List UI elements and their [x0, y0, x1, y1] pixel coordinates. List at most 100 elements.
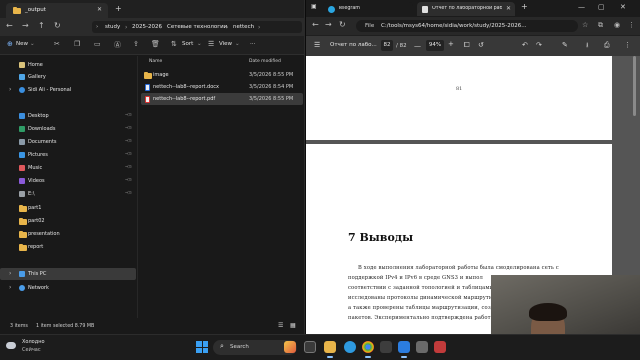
paragraph-line: а также проверены таблицы маршрутизации,… — [348, 305, 495, 311]
print-icon[interactable]: ⎙ — [604, 41, 610, 50]
undo-icon[interactable]: ↶ — [522, 41, 528, 49]
more-options-icon[interactable]: ⋮ — [624, 41, 631, 49]
gallery-icon — [19, 74, 25, 80]
chevron-right-icon[interactable]: › — [9, 270, 11, 277]
delete-icon[interactable]: 🗑︎ — [151, 40, 160, 48]
back-arrow-icon[interactable]: ← — [312, 20, 319, 30]
folder-icon — [144, 71, 152, 79]
forward-arrow-icon[interactable]: → — [325, 20, 332, 30]
new-tab-button[interactable]: + — [115, 4, 122, 13]
cut-icon[interactable]: ✂ — [54, 40, 60, 48]
chrome-icon[interactable] — [362, 341, 374, 358]
forward-arrow-icon[interactable]: → — [22, 21, 29, 31]
column-header-name[interactable]: Name — [149, 59, 162, 64]
details-view-icon[interactable]: ☰ — [278, 322, 283, 329]
tiles-view-icon[interactable]: ▦ — [290, 322, 296, 329]
sidebar-item-part02[interactable]: part02 — [0, 215, 136, 227]
vscode-icon[interactable] — [398, 341, 410, 358]
close-icon[interactable]: ✕ — [97, 6, 102, 13]
telegram-icon[interactable] — [344, 341, 356, 353]
menu-icon[interactable]: ⋮ — [628, 20, 635, 30]
sidebar-item-this-pc[interactable]: › This PC — [0, 268, 136, 280]
rename-icon[interactable]: Ⓐ — [114, 40, 121, 50]
chevron-down-icon: ⌄ — [197, 41, 202, 47]
new-button[interactable]: New — [16, 41, 28, 47]
url-bar[interactable]: File C:/tools/msys64/home/sidia/work/stu… — [356, 20, 578, 32]
address-bar[interactable]: › study › 2025-2026 › Сетевые технологии… — [92, 21, 302, 33]
sidebar-item-documents[interactable]: Documents 📌︎ — [0, 136, 136, 148]
sidebar-item-downloads[interactable]: Downloads 📌︎ — [0, 123, 136, 135]
view-button[interactable]: View — [219, 41, 232, 47]
profile-icon[interactable]: ◉ — [614, 20, 620, 30]
refresh-icon[interactable]: ↻ — [54, 21, 61, 31]
fit-page-icon[interactable]: ⧠ — [464, 41, 470, 50]
file-explorer-icon[interactable] — [324, 341, 336, 358]
sidebar-item-videos[interactable]: Videos 📌︎ — [0, 175, 136, 187]
sidebar-item-presentation[interactable]: presentation — [0, 228, 136, 240]
file-row[interactable]: image 3/5/2026 8:55 PM — [141, 69, 303, 81]
tab-actions-icon[interactable]: ▣ — [311, 3, 317, 10]
star-icon[interactable]: ☆ — [582, 20, 588, 30]
sidebar-item-drive-e[interactable]: E:\ 📌︎ — [0, 188, 136, 200]
redo-icon[interactable]: ↷ — [536, 41, 542, 49]
minimize-icon[interactable]: — — [578, 3, 585, 11]
sidebar-item-network[interactable]: › Network — [0, 282, 136, 294]
zoom-in-icon[interactable]: + — [448, 40, 454, 48]
share-icon[interactable]: ⇪ — [133, 40, 139, 48]
terminal-icon[interactable] — [380, 341, 392, 353]
breadcrumb-item[interactable]: study — [105, 24, 120, 30]
app-icon[interactable] — [416, 341, 428, 353]
zoom-out-icon[interactable]: — — [414, 42, 421, 50]
highlight-icon[interactable]: ✎ — [562, 41, 568, 49]
tab-telegram[interactable]: Telegram — [323, 2, 413, 16]
back-arrow-icon[interactable]: ← — [6, 21, 13, 31]
zoom-level[interactable]: 94% — [426, 40, 444, 51]
explorer-tab[interactable]: _output ✕ — [6, 3, 108, 18]
file-scheme-chip[interactable]: File — [365, 23, 374, 29]
chevron-right-icon[interactable]: › — [9, 86, 11, 93]
up-arrow-icon[interactable]: ↑ — [38, 21, 45, 31]
refresh-icon[interactable]: ↻ — [339, 20, 346, 30]
paste-icon[interactable]: ▭ — [94, 40, 101, 48]
sidebar-item-label: Videos — [28, 178, 45, 184]
hamburger-menu-icon[interactable]: ☰ — [314, 41, 320, 49]
weather-label[interactable]: Холодно — [22, 339, 45, 345]
file-row[interactable]: nettech--lab8--report.docx 3/5/2026 8:54… — [141, 81, 303, 93]
sidebar-item-report[interactable]: report — [0, 241, 136, 253]
taskbar: Холодно Сейчас ⌕ Search — [0, 334, 640, 360]
sort-button[interactable]: Sort — [182, 41, 193, 47]
more-options-icon[interactable]: ··· — [250, 41, 255, 47]
sidebar-item-home[interactable]: Home — [0, 59, 136, 71]
tab-pdf-report[interactable]: Отчет по лабораторной рабо ✕ — [417, 2, 515, 16]
extensions-icon[interactable]: ⧉ — [598, 20, 603, 30]
new-tab-button[interactable]: + — [521, 2, 528, 11]
close-icon[interactable]: ✕ — [506, 5, 511, 12]
widgets-icon[interactable] — [284, 341, 296, 353]
breadcrumb-item[interactable]: 2025-2026 — [132, 24, 162, 30]
save-icon[interactable]: ⭳ — [586, 41, 588, 52]
windows-start-icon[interactable] — [196, 341, 208, 353]
recorder-icon[interactable] — [434, 341, 446, 353]
rotate-icon[interactable]: ↺ — [478, 41, 484, 49]
close-window-icon[interactable]: ✕ — [620, 3, 626, 11]
chevron-right-icon: › — [160, 23, 163, 31]
maximize-icon[interactable]: ▢ — [598, 3, 605, 11]
file-explorer-window: _output ✕ + ← → ↑ ↻ › study › 2025-2026 … — [0, 0, 305, 334]
breadcrumb-item[interactable]: Сетевые технологии — [167, 24, 227, 30]
sidebar-item-part1[interactable]: part1 — [0, 202, 136, 214]
breadcrumb-item[interactable]: nettech — [233, 24, 254, 30]
column-header-date[interactable]: Date modified — [249, 59, 281, 64]
sidebar-item-desktop[interactable]: Desktop 📌︎ — [0, 110, 136, 122]
sidebar-item-music[interactable]: Music 📌︎ — [0, 162, 136, 174]
sidebar-item-onedrive[interactable]: › Sidi Ali - Personal — [0, 84, 136, 96]
file-row-selected[interactable]: nettech--lab8--report.pdf 3/5/2026 8:55 … — [141, 93, 303, 105]
chevron-right-icon[interactable]: › — [9, 284, 11, 291]
pdf-scrollbar[interactable] — [633, 56, 636, 116]
copy-icon[interactable]: ❐ — [74, 40, 80, 48]
page-number-input[interactable]: 82 — [381, 40, 393, 51]
cloud-icon[interactable] — [6, 342, 16, 349]
file-list: Name Date modified image 3/5/2026 8:55 P… — [139, 56, 304, 318]
task-view-icon[interactable] — [304, 341, 316, 353]
sidebar-item-gallery[interactable]: Gallery — [0, 71, 136, 83]
sidebar-item-pictures[interactable]: Pictures 📌︎ — [0, 149, 136, 161]
